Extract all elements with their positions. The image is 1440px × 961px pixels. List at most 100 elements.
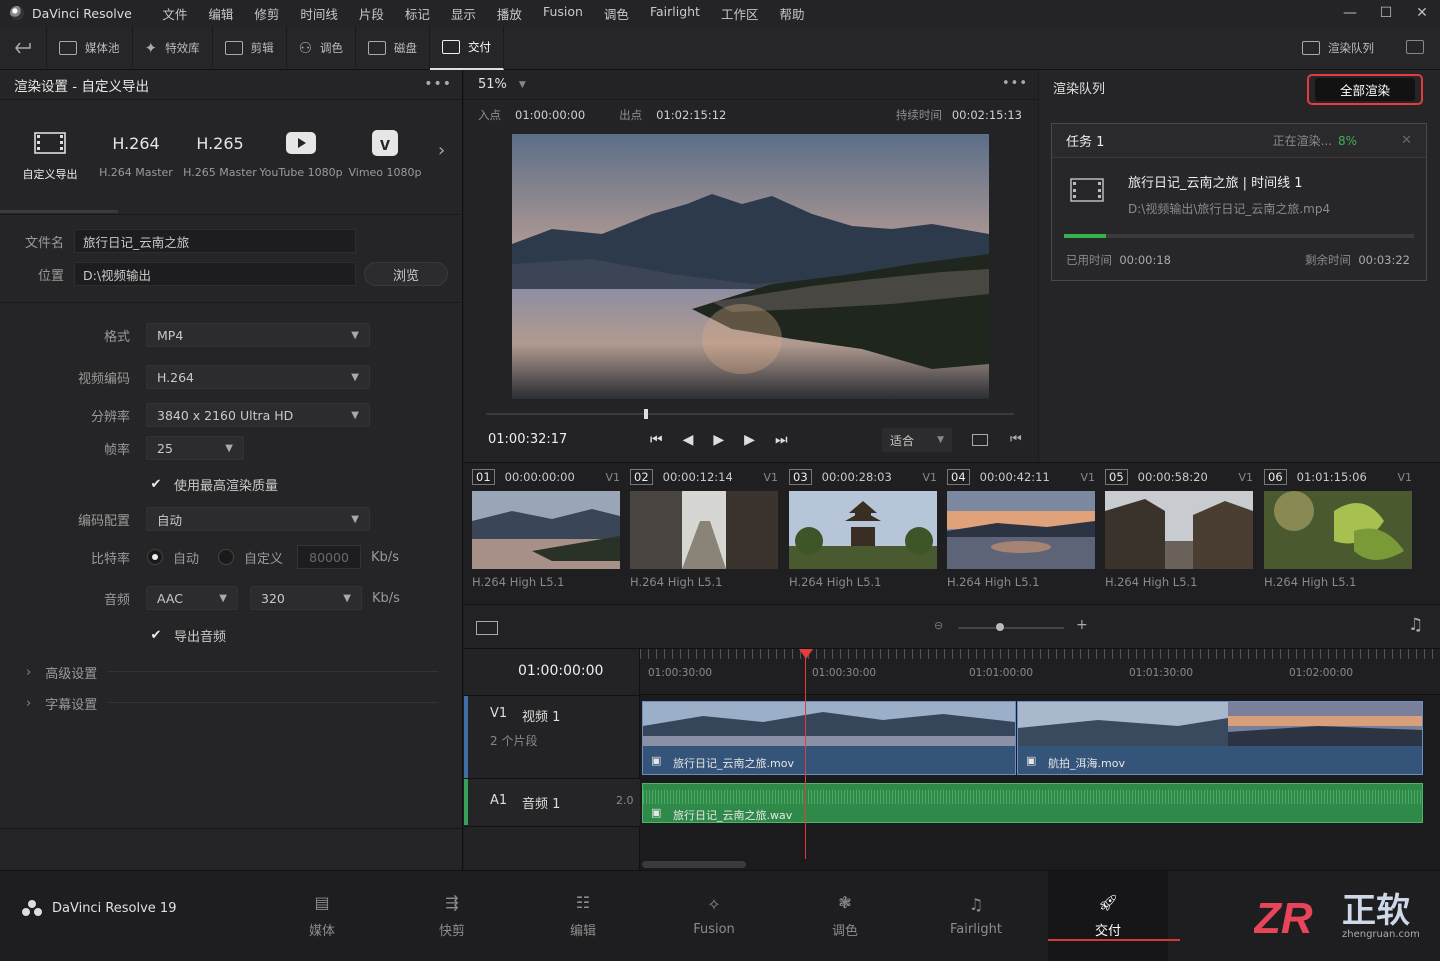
clip-thumbnail-03[interactable]: 03 00:00:28:03 V1 H.264 High L5.1 [789,463,937,589]
bitrate-input[interactable]: 80000 [297,545,362,569]
page-fairlight[interactable]: ♫ Fairlight [911,871,1041,961]
page-fairlight-label: Fairlight [949,922,1003,937]
a1-channels: 2.0 [616,794,634,807]
color-button[interactable]: ⚇ 调色 [287,25,357,70]
codec-select[interactable]: H.264 ▼ [146,365,370,389]
resolution-select[interactable]: 3840 x 2160 Ultra HD ▼ [146,403,370,427]
clip-thumbnail-02[interactable]: 02 00:00:12:14 V1 H.264 High L5.1 [630,463,778,589]
clip-track: V1 [1080,470,1095,484]
step-back-icon[interactable]: ◀ [683,432,694,448]
video-clip-2[interactable]: ▣ 航拍_洱海.mov [1017,701,1423,775]
location-input[interactable]: D:\视频输出 [74,262,356,286]
media-pool-button[interactable]: 媒体池 [47,25,133,70]
scrub-bar[interactable] [486,413,1014,415]
zoom-level[interactable]: 51% [478,77,507,92]
go-to-start-icon[interactable]: ⏮ [650,432,663,448]
timeline-ruler[interactable]: 01:00:30:00 01:00:30:00 01:01:00:00 01:0… [640,649,1440,695]
clip-timecode: 00:00:28:03 [821,470,892,484]
audio-clip[interactable]: ▣ 旅行日记_云南之旅.wav [642,783,1423,823]
clip-thumbnail-06[interactable]: 06 01:01:15:06 V1 H.264 High L5.1 [1264,463,1412,589]
page-cut[interactable]: ⇶ 快剪 [387,871,517,961]
browse-button[interactable]: 浏览 [364,262,448,286]
close-icon[interactable]: ✕ [1404,0,1440,26]
close-icon[interactable]: ✕ [1401,133,1412,148]
menu-playback[interactable]: 播放 [486,4,532,23]
render-job-card[interactable]: 任务 1 正在渲染... 8% ✕ 旅行日记_云南之旅 | 时间线 1 D:\视… [1051,123,1427,281]
filename-input[interactable]: 旅行日记_云南之旅 [74,229,356,253]
menu-trim[interactable]: 修剪 [244,4,290,23]
minimize-icon[interactable]: — [1332,0,1368,26]
menu-bar: 文件 编辑 修剪 时间线 片段 标记 显示 播放 Fusion 调色 Fairl… [152,4,815,23]
clip-thumbnail-05[interactable]: 05 00:00:58:20 V1 H.264 High L5.1 [1105,463,1253,589]
render-queue-button[interactable]: 渲染队列 [1290,26,1386,70]
chevron-down-icon[interactable]: ▼ [519,80,526,90]
menu-workspace[interactable]: 工作区 [710,4,769,23]
chevron-right-icon[interactable]: › [438,140,445,161]
menu-clip[interactable]: 片段 [348,4,394,23]
menu-fusion[interactable]: Fusion [532,4,593,23]
bitrate-auto-radio[interactable] [147,549,163,565]
maximize-icon[interactable]: ☐ [1368,0,1404,26]
menu-fairlight[interactable]: Fairlight [639,4,710,23]
menu-file[interactable]: 文件 [152,4,198,23]
step-forward-icon[interactable]: ▶ [744,432,755,448]
disk-button[interactable]: 磁盘 [356,25,431,70]
format-select[interactable]: MP4 ▼ [146,323,370,347]
clip-thumbnail-01[interactable]: 01 00:00:00:00 V1 H.264 High L5.1 [472,463,620,589]
page-deliver[interactable]: 🚀︎ 交付 [1048,871,1180,961]
preset-youtube[interactable]: YouTube 1080p [256,128,346,179]
menu-color[interactable]: 调色 [593,4,639,23]
subtitle-settings-toggle[interactable]: › 字幕设置 [26,694,97,713]
preset-scrollbar[interactable] [0,210,118,213]
page-color[interactable]: ❃ 调色 [780,871,910,961]
match-frame-icon[interactable]: ⏮ [1010,432,1022,447]
preset-h264[interactable]: H.264 H.264 Master [91,128,181,180]
preset-h265[interactable]: H.265 H.265 Master [175,128,265,180]
page-media[interactable]: ▤ 媒体 [257,871,387,961]
menu-view[interactable]: 显示 [440,4,486,23]
effects-button[interactable]: ✦ 特效库 [133,25,213,70]
back-button[interactable] [0,25,47,70]
video-track-header[interactable]: V1 视频 1 2 个片段 [464,695,640,779]
deliver-tab-button[interactable]: 交付 [430,25,505,70]
viewer-mode-icon[interactable] [972,434,988,446]
video-clip-1[interactable]: ▣ 旅行日记_云南之旅.mov [642,701,1016,775]
bitrate-custom-radio[interactable] [218,549,235,565]
fit-select[interactable]: 适合 ▼ [882,428,952,452]
clip-thumbnail-04[interactable]: 04 00:00:42:11 V1 H.264 High L5.1 [947,463,1095,589]
menu-mark[interactable]: 标记 [394,4,440,23]
timeline-scrollbar[interactable] [642,861,746,868]
preset-custom[interactable]: 自定义导出 [5,128,95,182]
more-options-icon[interactable]: ••• [1002,76,1028,91]
export-audio-checkbox[interactable]: ✔ [148,628,164,644]
go-to-end-icon[interactable]: ⏭ [775,432,788,448]
playhead-marker-icon[interactable] [799,649,813,659]
zoom-slider[interactable] [958,627,1064,629]
render-all-button[interactable]: 全部渲染 [1315,78,1415,101]
page-edit[interactable]: ☷ 编辑 [518,871,648,961]
job-progress-bar [1064,234,1414,238]
audio-track-header[interactable]: A1 音频 1 2.0 [464,779,640,827]
preset-vimeo[interactable]: v Vimeo 1080p [340,128,430,179]
max-quality-checkbox[interactable]: ✔ [148,477,164,493]
zoom-out-icon[interactable]: ⊖ [934,619,943,632]
encode-profile-select[interactable]: 自动 ▼ [146,507,370,531]
zoom-in-icon[interactable]: + [1076,617,1088,633]
menu-edit[interactable]: 编辑 [198,4,244,23]
menu-timeline[interactable]: 时间线 [290,4,349,23]
audio-bitrate-select[interactable]: 320 ▼ [250,586,362,610]
music-note-icon[interactable]: ♫ [1408,615,1423,635]
more-options-icon[interactable]: ••• [424,76,452,92]
audio-codec-select[interactable]: AAC ▼ [146,586,238,610]
page-fusion[interactable]: ✧ Fusion [649,871,779,961]
menu-help[interactable]: 帮助 [769,4,815,23]
fullscreen-icon[interactable] [1406,40,1424,54]
play-icon[interactable]: ▶ [713,432,724,448]
framerate-select[interactable]: 25 ▼ [146,436,244,460]
zoom-slider-handle[interactable] [996,623,1004,631]
playhead-line[interactable] [805,649,806,859]
timeline-view-icon[interactable] [476,621,498,635]
playhead-handle[interactable] [644,409,649,419]
edit-index-button[interactable]: 剪辑 [213,25,287,70]
advanced-settings-toggle[interactable]: › 高级设置 [26,663,97,682]
